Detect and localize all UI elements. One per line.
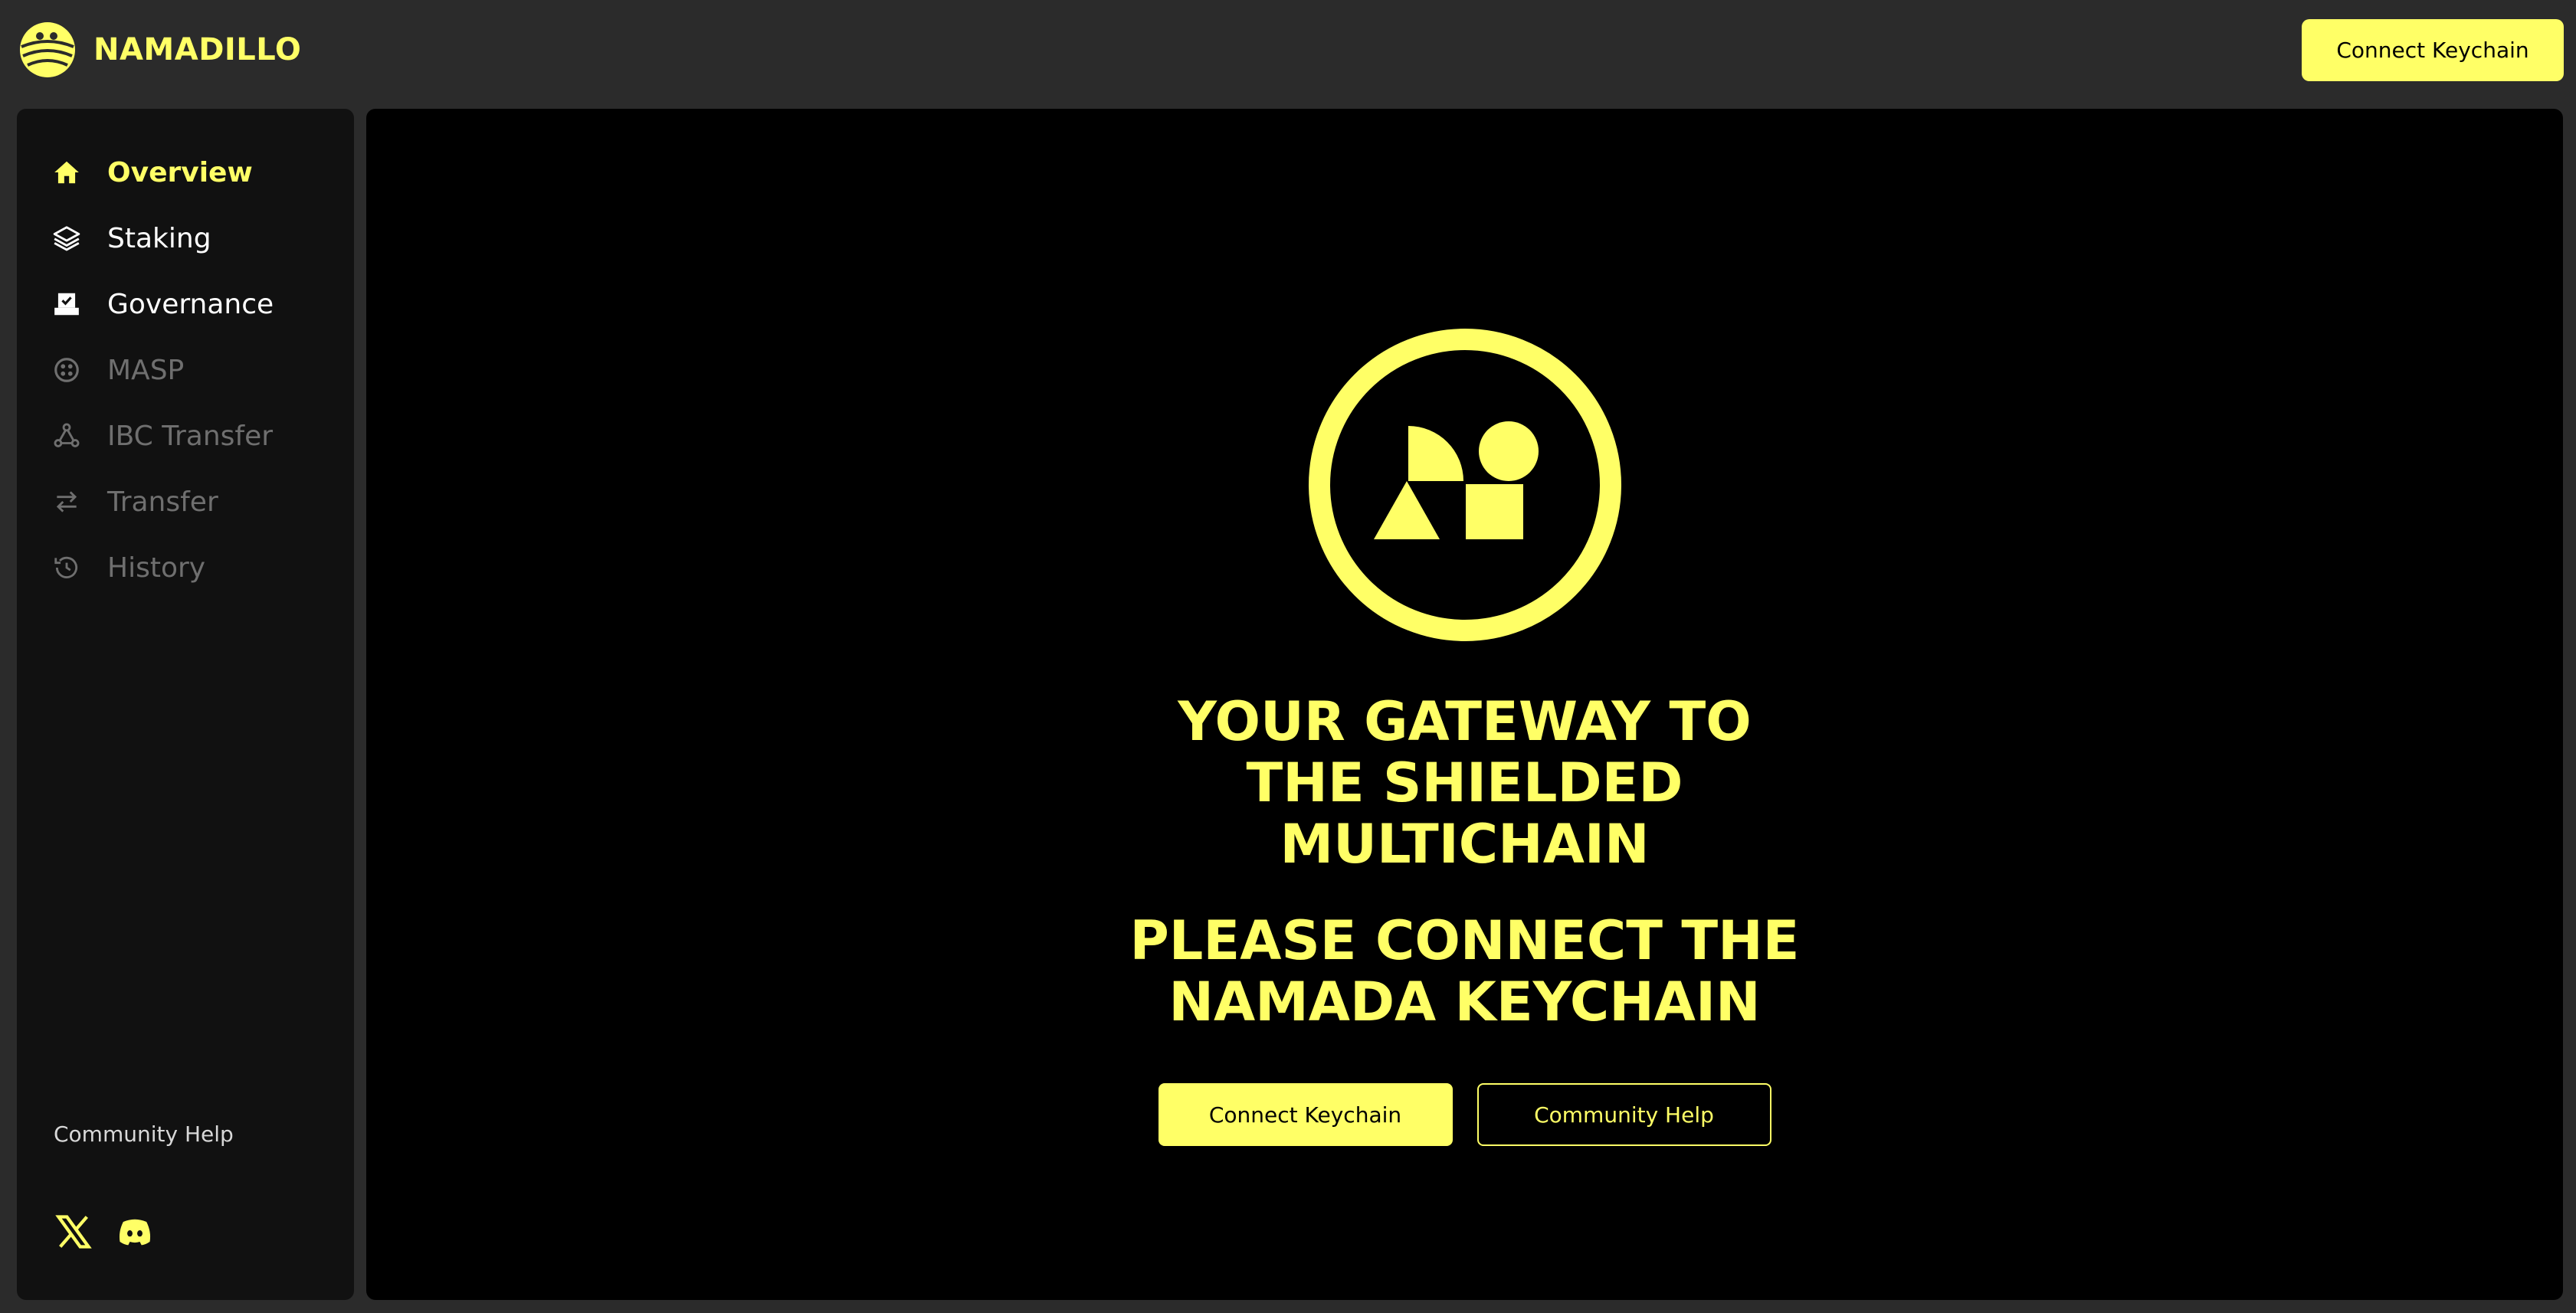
layers-icon bbox=[52, 224, 81, 253]
header-connect-keychain-button[interactable]: Connect Keychain bbox=[2302, 18, 2564, 81]
sidebar-item-label: Transfer bbox=[107, 486, 218, 518]
connect-prompt: YOUR GATEWAY TO THE SHIELDED MULTICHAIN … bbox=[366, 328, 2563, 1146]
sidebar-item-label: IBC Transfer bbox=[107, 420, 274, 452]
top-bar: NAMADILLO Connect Keychain bbox=[0, 0, 2576, 100]
sidebar-item-transfer[interactable]: Transfer bbox=[17, 469, 354, 535]
cta-row: Connect Keychain Community Help bbox=[1158, 1083, 1771, 1146]
sidebar-item-ibc-transfer[interactable]: IBC Transfer bbox=[17, 403, 354, 469]
sidebar-item-history[interactable]: History bbox=[17, 535, 354, 601]
discord-icon[interactable] bbox=[115, 1212, 155, 1255]
main-panel: YOUR GATEWAY TO THE SHIELDED MULTICHAIN … bbox=[366, 109, 2563, 1300]
sidebar-item-staking[interactable]: Staking bbox=[17, 205, 354, 271]
ibc-network-icon bbox=[52, 421, 81, 450]
brand-name: NAMADILLO bbox=[93, 32, 302, 67]
namada-shapes-logo-icon bbox=[1308, 328, 1622, 645]
sidebar-community-help-link[interactable]: Community Help bbox=[54, 1121, 234, 1147]
home-icon bbox=[52, 158, 81, 187]
ballot-box-icon bbox=[52, 290, 81, 319]
sidebar-item-governance[interactable]: Governance bbox=[17, 271, 354, 337]
connect-keychain-button[interactable]: Connect Keychain bbox=[1158, 1083, 1453, 1146]
sidebar-item-masp[interactable]: MASP bbox=[17, 337, 354, 403]
sidebar-item-label: History bbox=[107, 552, 206, 584]
connect-instruction: PLEASE CONNECT THE NAMADA KEYCHAIN bbox=[1129, 909, 1800, 1033]
masp-icon bbox=[52, 355, 81, 385]
x-twitter-icon[interactable] bbox=[54, 1212, 93, 1255]
brand[interactable]: NAMADILLO bbox=[17, 19, 301, 80]
namadillo-logo-icon bbox=[17, 19, 78, 80]
community-help-button[interactable]: Community Help bbox=[1476, 1083, 1771, 1146]
arrows-swap-icon bbox=[52, 487, 81, 516]
headline: YOUR GATEWAY TO THE SHIELDED MULTICHAIN bbox=[1178, 690, 1752, 876]
sidebar-item-overview[interactable]: Overview bbox=[17, 139, 354, 205]
sidebar: Overview Staking Governance MASP IBC Tra… bbox=[17, 109, 354, 1300]
sidebar-item-label: Overview bbox=[107, 156, 253, 188]
sidebar-item-label: MASP bbox=[107, 354, 185, 386]
history-clock-icon bbox=[52, 553, 81, 582]
sidebar-item-label: Staking bbox=[107, 222, 211, 254]
social-links bbox=[54, 1212, 155, 1255]
sidebar-item-label: Governance bbox=[107, 288, 274, 320]
